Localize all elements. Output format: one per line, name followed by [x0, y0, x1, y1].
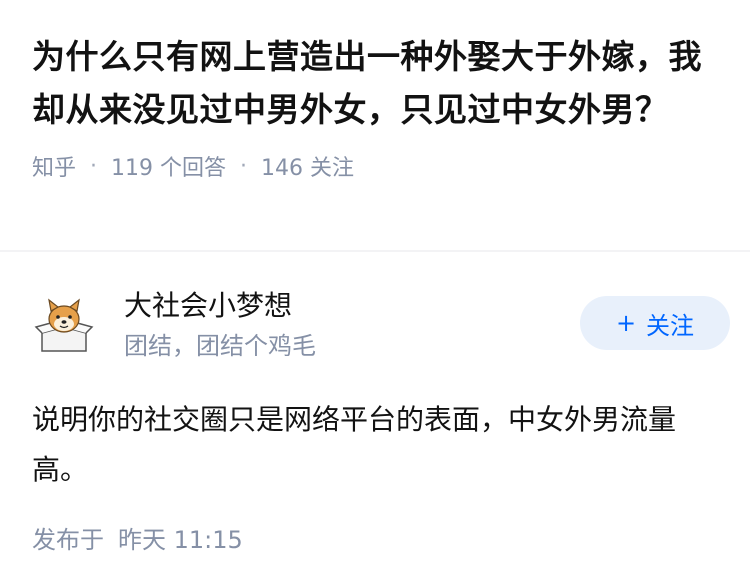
answer-text: 说明你的社交圈只是网络平台的表面，中女外男流量高。 [32, 403, 677, 486]
author-bio: 团结，团结个鸡毛 [124, 332, 316, 360]
author-info: 大社会小梦想 团结，团结个鸡毛 [124, 287, 316, 363]
answers-count[interactable]: 119 个回答 [111, 150, 226, 182]
posted-prefix: 发布于 [32, 526, 104, 554]
followers-count[interactable]: 146 关注 [261, 150, 354, 182]
source-label[interactable]: 知乎 [32, 150, 76, 182]
question-section: 为什么只有网上营造出一种外娶大于外嫁，我却从来没见过中男外女，只见过中女外男？ … [32, 30, 722, 182]
plus-icon: + [615, 309, 637, 337]
author-row: 大社会小梦想 团结，团结个鸡毛 + 关注 [32, 285, 730, 365]
separator-dot: · [240, 153, 248, 179]
question-meta: 知乎 · 119 个回答 · 146 关注 [32, 150, 722, 182]
answer-card: 大社会小梦想 团结，团结个鸡毛 + 关注 说明你的社交圈只是网络平台的表面，中女… [32, 285, 730, 495]
posted-time: 昨天 11:15 [118, 526, 243, 554]
avatar[interactable] [32, 293, 96, 357]
follow-label: 关注 [646, 311, 695, 340]
question-title[interactable]: 为什么只有网上营造出一种外娶大于外嫁，我却从来没见过中男外女，只见过中女外男？ [32, 30, 722, 136]
posted-info: 发布于 昨天 11:15 [32, 520, 243, 555]
section-divider [0, 250, 750, 252]
doge-avatar-icon [32, 293, 96, 357]
follow-button[interactable]: + 关注 [580, 296, 730, 350]
separator-dot: · [90, 153, 98, 179]
answer-content[interactable]: 说明你的社交圈只是网络平台的表面，中女外男流量高。 [32, 395, 702, 495]
author-name[interactable]: 大社会小梦想 [124, 287, 316, 325]
